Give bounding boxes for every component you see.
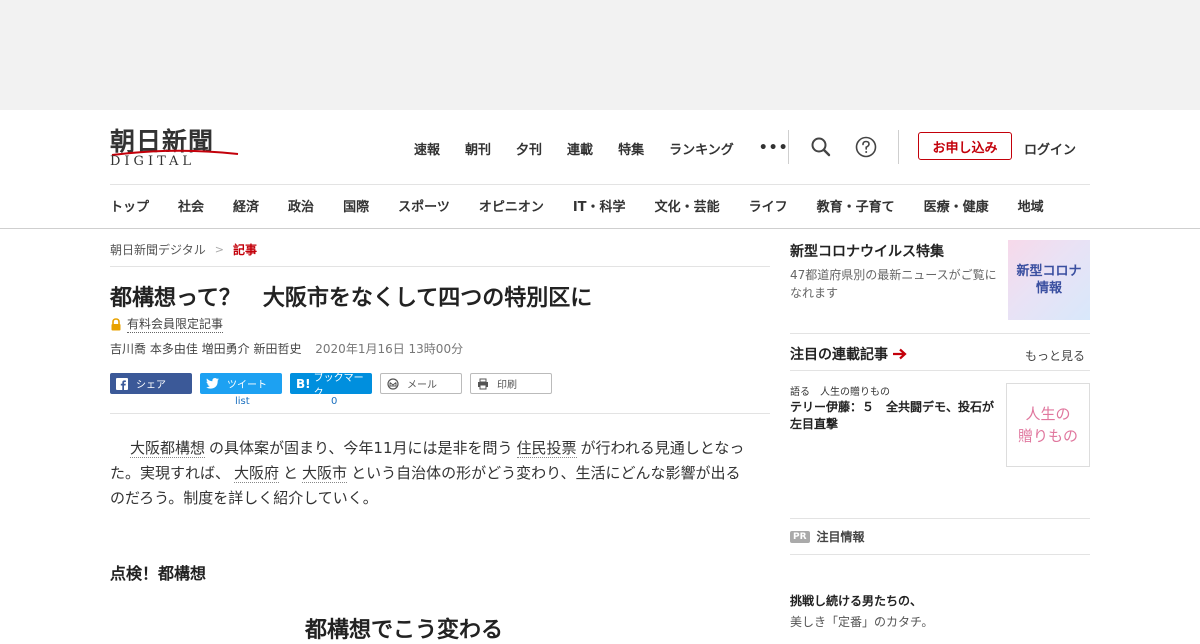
- nav-divider: [110, 184, 1090, 185]
- corona-banner-line2: 情報: [1035, 281, 1062, 296]
- pr-label: 注目情報: [816, 530, 865, 544]
- topnav-ranking[interactable]: ランキング: [669, 139, 734, 158]
- article-title: 都構想って？ 大阪市をなくして四つの特別区に: [110, 286, 593, 311]
- section-heading: 点検！都構想: [110, 564, 207, 583]
- logo-sub-text: DIGITAL: [110, 154, 196, 169]
- topnav-yukan[interactable]: 夕刊: [516, 139, 542, 158]
- series-heading[interactable]: 注目の連載記事: [790, 344, 908, 364]
- sidebar-divider: [790, 333, 1090, 334]
- mail-share-button[interactable]: メール: [380, 373, 462, 394]
- twitter-share-button[interactable]: ツイート: [200, 373, 282, 394]
- cat-region[interactable]: 地域: [1018, 196, 1044, 215]
- subscribe-button[interactable]: お申し込み: [918, 132, 1012, 160]
- cat-education[interactable]: 教育・子育て: [817, 196, 895, 215]
- facebook-icon: [116, 377, 128, 390]
- keyword-link[interactable]: 大阪都構想: [130, 439, 206, 458]
- mail-share-label: メール: [407, 380, 437, 391]
- topnav-choukan[interactable]: 朝刊: [465, 139, 491, 158]
- twitter-count[interactable]: list: [235, 396, 250, 407]
- twitter-icon: [206, 378, 219, 389]
- article-byline: 吉川喬 本多由佳 増田勇介 新田哲史 2020年1月16日 13時00分: [110, 340, 463, 357]
- corona-heading: 新型コロナウイルス特集: [790, 244, 944, 260]
- hatena-count[interactable]: 0: [331, 396, 337, 407]
- series-name: 語る 人生の贈りもの: [790, 387, 890, 398]
- twitter-share-label: ツイート: [227, 380, 267, 391]
- printer-icon: [477, 378, 489, 390]
- print-label: 印刷: [497, 380, 517, 391]
- corona-feature[interactable]: 新型コロナウイルス特集 47都道府県別の最新ニュースがご覧になれます 新型コロナ…: [790, 240, 1090, 320]
- topnav-tokushu[interactable]: 特集: [618, 139, 644, 158]
- hatena-bookmark-label: ブックマーク: [313, 372, 364, 399]
- login-link[interactable]: ログイン: [1024, 139, 1076, 158]
- hatena-icon: B!: [296, 376, 311, 391]
- breadcrumb-divider: [110, 266, 770, 267]
- cat-international[interactable]: 国際: [343, 196, 369, 215]
- article-authors: 吉川喬 本多由佳 増田勇介 新田哲史: [110, 342, 302, 356]
- sidebar-divider: [790, 518, 1090, 519]
- series-article-title[interactable]: テリー伊藤：５ 全共闘デモ、投石が左目直撃: [790, 399, 1002, 433]
- sidebar-divider: [790, 554, 1090, 555]
- lead-text: の具体案が固まり、今年11月には是非を問う: [209, 439, 513, 457]
- cat-opinion[interactable]: オピニオン: [479, 196, 544, 215]
- category-nav: トップ 社会 経済 政治 国際 スポーツ オピニオン IT・科学 文化・芸能 ラ…: [110, 196, 1044, 215]
- series-thumbnail[interactable]: 人生の 贈りもの: [1006, 383, 1090, 467]
- article-lead: 大阪都構想 の具体案が固まり、今年11月には是非を問う 住民投票 が行われる見通しとな…: [110, 436, 750, 511]
- keyword-link[interactable]: 大阪府: [234, 464, 280, 483]
- series-heading-text: 注目の連載記事: [790, 347, 888, 363]
- breadcrumb: 朝日新聞デジタル > 記事: [110, 241, 257, 258]
- mail-icon: [387, 377, 399, 390]
- top-nav: 速報 朝刊 夕刊 連載 特集 ランキング •••: [414, 138, 789, 158]
- corona-banner-line1: 新型コロナ: [1016, 264, 1082, 279]
- pr-badge: PR: [790, 530, 810, 543]
- cat-society[interactable]: 社会: [178, 196, 204, 215]
- topnav-more-icon[interactable]: •••: [759, 140, 789, 156]
- series-thumbnail-line1: 人生の: [1025, 405, 1071, 423]
- figure-title: 都構想でこう変わる: [305, 618, 504, 643]
- series-more-link[interactable]: もっと見る: [1025, 347, 1085, 364]
- members-only-badge[interactable]: 有料会員限定記事: [110, 315, 224, 333]
- cat-economy[interactable]: 経済: [233, 196, 259, 215]
- lock-icon: [111, 317, 121, 330]
- hatena-bookmark-button[interactable]: B! ブックマーク: [290, 373, 372, 399]
- sidebar-divider: [790, 370, 1090, 371]
- cat-top[interactable]: トップ: [110, 196, 149, 215]
- arrow-right-icon: [893, 348, 907, 360]
- members-only-label: 有料会員限定記事: [127, 317, 224, 333]
- cat-sports[interactable]: スポーツ: [398, 196, 450, 215]
- cat-culture[interactable]: 文化・芸能: [655, 196, 720, 215]
- pr-section-header: PR 注目情報: [790, 528, 865, 545]
- keyword-link[interactable]: 住民投票: [516, 439, 577, 458]
- topnav-rensai[interactable]: 連載: [567, 139, 593, 158]
- cat-health[interactable]: 医療・健康: [924, 196, 989, 215]
- corona-description: 47都道府県別の最新ニュースがご覧になれます: [790, 268, 997, 300]
- lead-text: と: [283, 464, 299, 482]
- article-date: 2020年1月16日 13時00分: [315, 342, 464, 356]
- corona-banner-image[interactable]: 新型コロナ 情報: [1008, 240, 1090, 320]
- breadcrumb-home[interactable]: 朝日新聞デジタル: [110, 241, 206, 258]
- share-divider: [110, 413, 770, 414]
- breadcrumb-separator: >: [214, 243, 224, 256]
- site-header: 朝日新聞 DIGITAL 速報 朝刊 夕刊 連載 特集 ランキング ••• お申…: [0, 110, 1200, 229]
- series-thumbnail-line2: 贈りもの: [1017, 427, 1078, 445]
- cat-life[interactable]: ライフ: [749, 196, 788, 215]
- promo-subtitle[interactable]: 美しき「定番」のカタチ。: [790, 613, 933, 630]
- header-divider: [898, 130, 899, 164]
- question-icon[interactable]: [853, 134, 879, 160]
- top-ad-banner: [0, 0, 1200, 110]
- search-icon[interactable]: [808, 134, 834, 160]
- cat-politics[interactable]: 政治: [288, 196, 314, 215]
- cat-it-science[interactable]: IT・科学: [573, 196, 626, 215]
- header-divider: [788, 130, 789, 164]
- keyword-link[interactable]: 大阪市: [302, 464, 348, 483]
- site-logo[interactable]: 朝日新聞 DIGITAL: [110, 122, 242, 170]
- topnav-sokuho[interactable]: 速報: [414, 139, 440, 158]
- facebook-share-label: シェア: [136, 380, 166, 391]
- print-button[interactable]: 印刷: [470, 373, 552, 394]
- promo-title[interactable]: 挑戦し続ける男たちの、: [790, 592, 922, 609]
- facebook-share-button[interactable]: シェア: [110, 373, 192, 394]
- breadcrumb-current: 記事: [232, 243, 257, 257]
